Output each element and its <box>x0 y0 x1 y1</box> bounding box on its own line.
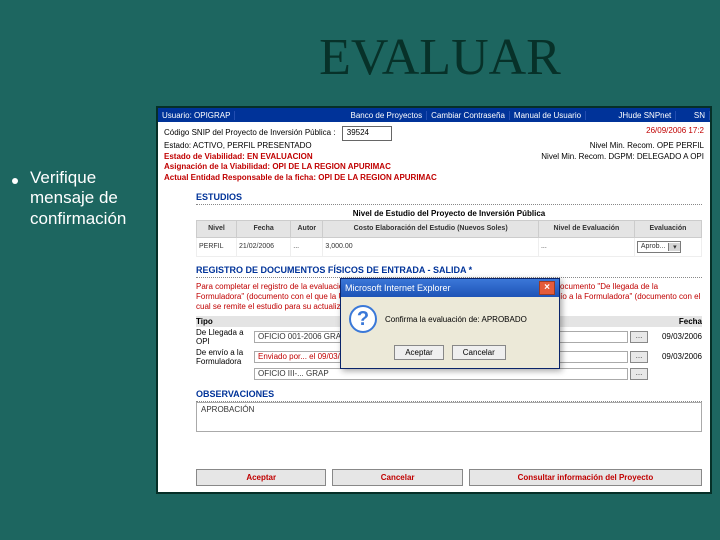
dialog-cancel-button[interactable]: Cancelar <box>452 345 506 360</box>
th-neval: Nivel de Evaluación <box>538 220 634 237</box>
cell-costo: 3,000.00 <box>323 237 539 256</box>
cell-autor: ... <box>291 237 323 256</box>
cell-fecha: 21/02/2006 <box>237 237 291 256</box>
browse-button[interactable]: … <box>630 368 648 380</box>
studies-subtitle: Nivel de Estudio del Proyecto de Inversi… <box>196 205 702 220</box>
dialog-message: Confirma la evaluación de: APROBADO <box>385 315 527 324</box>
aceptar-button[interactable]: Aceptar <box>196 469 326 486</box>
meta-block: Código SNIP del Proyecto de Inversión Pú… <box>158 122 710 186</box>
bullet-dot-icon <box>12 178 18 184</box>
topbar-user: Usuario: OPIGRAP <box>158 111 235 120</box>
link-manual[interactable]: Manual de Usuario <box>510 111 586 120</box>
bottom-buttons: Aceptar Cancelar Consultar información d… <box>196 469 702 486</box>
chevron-down-icon: ▾ <box>668 243 680 251</box>
link-banco[interactable]: Banco de Proyectos <box>346 111 427 120</box>
browse-button[interactable]: … <box>630 351 648 363</box>
th-nivel: Nivel <box>197 220 237 237</box>
eval-dropdown-value: Aprob... <box>638 243 669 250</box>
eval-dropdown[interactable]: Aprob... ▾ <box>637 241 682 253</box>
reg-input[interactable]: OFICIO III-... GRAP <box>254 368 628 380</box>
cell-neval: ... <box>538 237 634 256</box>
close-icon[interactable]: × <box>539 281 555 295</box>
panel-title-observ: OBSERVACIONES <box>196 387 702 402</box>
dialog-title: Microsoft Internet Explorer <box>345 283 451 293</box>
panel-title-registro: REGISTRO DE DOCUMENTOS FÍSICOS DE ENTRAD… <box>196 263 702 278</box>
responsable: Actual Entidad Responsable de la ficha: … <box>164 173 704 184</box>
reg-label: De envío a la Formuladora <box>196 348 250 366</box>
panel-title-estudios: ESTUDIOS <box>196 190 702 205</box>
studies-table: Nivel Fecha Autor Costo Elaboración del … <box>196 220 702 257</box>
cell-eval: Aprob... ▾ <box>634 237 701 256</box>
dialog-ok-button[interactable]: Aceptar <box>394 345 444 360</box>
table-row: PERFIL 21/02/2006 ... 3,000.00 ... Aprob… <box>197 237 702 256</box>
nmin-dgpm: Nivel Min. Recom. DGPM: DELEGADO A OPI <box>541 152 704 163</box>
estado-viab: Estado de Viabilidad: EN EVALUACION <box>164 152 313 163</box>
consultar-button[interactable]: Consultar información del Proyecto <box>469 469 702 486</box>
observ-textarea[interactable]: APROBACIÓN <box>196 402 702 432</box>
link-cambiar[interactable]: Cambiar Contraseña <box>427 111 510 120</box>
question-icon: ? <box>349 305 377 333</box>
codigo-label: Código SNIP del Proyecto de Inversión Pú… <box>164 128 336 137</box>
timestamp: 26/09/2006 17:2 <box>646 126 704 141</box>
topbar: Usuario: OPIGRAP Banco de Proyectos Camb… <box>158 108 710 122</box>
bullet-text: Verifique mensaje de confirmación <box>30 168 152 229</box>
reg-fecha: 09/03/2006 <box>652 352 702 361</box>
confirm-dialog: Microsoft Internet Explorer × ? Confirma… <box>340 278 560 369</box>
th-fecha: Fecha <box>237 220 291 237</box>
cancelar-button[interactable]: Cancelar <box>332 469 462 486</box>
th-costo: Costo Elaboración del Estudio (Nuevos So… <box>323 220 539 237</box>
bullet-item: Verifique mensaje de confirmación <box>12 168 152 229</box>
reg-col-fecha: Fecha <box>652 317 702 326</box>
codigo-input[interactable]: 39524 <box>342 126 392 141</box>
nmin-ope: Nivel Min. Recom. OPE PERFIL <box>590 141 704 152</box>
reg-label: De Llegada a OPI <box>196 328 250 346</box>
link-jhude[interactable]: JHude SNPnet <box>614 111 676 120</box>
cell-nivel: PERFIL <box>197 237 237 256</box>
estado: Estado: ACTIVO, PERFIL PRESENTADO <box>164 141 312 152</box>
reg-fecha: 09/03/2006 <box>652 332 702 341</box>
link-sn[interactable]: SN <box>690 111 710 120</box>
th-eval: Evaluación <box>634 220 701 237</box>
reg-col-tipo: Tipo <box>196 317 250 326</box>
browse-button[interactable]: … <box>630 331 648 343</box>
th-autor: Autor <box>291 220 323 237</box>
asignacion: Asignación de la Viabilidad: OPI DE LA R… <box>164 162 704 173</box>
dialog-titlebar: Microsoft Internet Explorer × <box>341 279 559 297</box>
slide-title: EVALUAR <box>0 0 720 87</box>
